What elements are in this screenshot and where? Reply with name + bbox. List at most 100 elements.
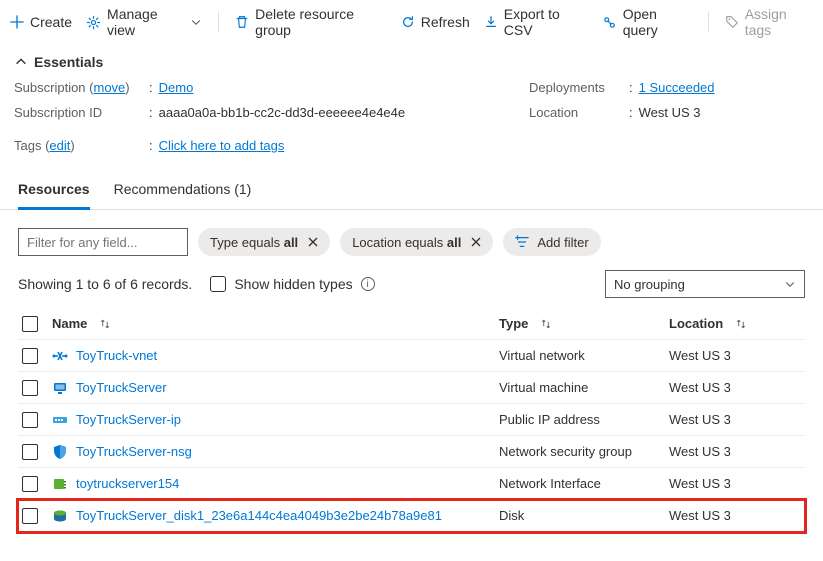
resource-location: West US 3 bbox=[669, 476, 731, 491]
add-filter-button[interactable]: Add filter bbox=[503, 228, 600, 256]
refresh-button[interactable]: Refresh bbox=[401, 14, 470, 30]
plus-icon bbox=[10, 15, 24, 29]
info-icon[interactable]: i bbox=[361, 277, 375, 291]
tabs: Resources Recommendations (1) bbox=[0, 167, 823, 210]
row-checkbox[interactable] bbox=[22, 412, 38, 428]
chevron-up-icon bbox=[14, 55, 28, 69]
disk-icon bbox=[52, 508, 68, 524]
resource-type: Disk bbox=[499, 508, 524, 523]
delete-label: Delete resource group bbox=[255, 6, 387, 38]
tags-add-link[interactable]: Click here to add tags bbox=[159, 138, 285, 153]
resource-type: Virtual machine bbox=[499, 380, 588, 395]
assign-tags-button: Assign tags bbox=[725, 6, 813, 38]
subscription-id-label: Subscription ID bbox=[14, 105, 149, 120]
vnet-icon bbox=[52, 348, 68, 364]
gear-icon bbox=[86, 15, 101, 30]
table-row: ToyTruckServer Virtual machine West US 3 bbox=[18, 372, 805, 404]
filter-pill-type[interactable]: Type equals all bbox=[198, 228, 330, 256]
grouping-select[interactable]: No grouping bbox=[605, 270, 805, 298]
row-checkbox[interactable] bbox=[22, 348, 38, 364]
deployments-value[interactable]: 1 Succeeded bbox=[639, 80, 715, 95]
resource-type: Virtual network bbox=[499, 348, 585, 363]
table-row: ToyTruckServer_disk1_23e6a144c4ea4049b3e… bbox=[18, 500, 805, 532]
resource-name-link[interactable]: ToyTruckServer-nsg bbox=[76, 444, 192, 459]
ip-icon bbox=[52, 412, 68, 428]
row-checkbox[interactable] bbox=[22, 508, 38, 524]
subscription-value[interactable]: Demo bbox=[159, 80, 194, 95]
resource-name-link[interactable]: ToyTruckServer-ip bbox=[76, 412, 181, 427]
filter-pill-location[interactable]: Location equals all bbox=[340, 228, 493, 256]
manage-view-button[interactable]: Manage view bbox=[86, 6, 202, 38]
tab-recommendations[interactable]: Recommendations (1) bbox=[114, 181, 252, 209]
table-header: Name Type Location bbox=[18, 308, 805, 340]
filter-icon bbox=[515, 235, 529, 249]
row-checkbox[interactable] bbox=[22, 444, 38, 460]
sort-icon bbox=[735, 318, 747, 330]
resource-name-link[interactable]: ToyTruckServer bbox=[76, 380, 167, 395]
close-icon[interactable] bbox=[471, 237, 481, 247]
resource-type: Public IP address bbox=[499, 412, 600, 427]
chevron-down-icon bbox=[190, 16, 202, 28]
close-icon[interactable] bbox=[308, 237, 318, 247]
export-label: Export to CSV bbox=[504, 6, 588, 38]
show-hidden-label: Show hidden types bbox=[234, 276, 352, 292]
row-checkbox[interactable] bbox=[22, 380, 38, 396]
resources-table: Name Type Location ToyTruck-vnet Virtual … bbox=[0, 308, 823, 532]
separator bbox=[218, 12, 219, 32]
filter-input[interactable] bbox=[18, 228, 188, 256]
refresh-icon bbox=[401, 15, 415, 29]
row-checkbox[interactable] bbox=[22, 476, 38, 492]
resource-location: West US 3 bbox=[669, 412, 731, 427]
create-label: Create bbox=[30, 14, 72, 30]
query-icon bbox=[602, 15, 617, 30]
create-button[interactable]: Create bbox=[10, 14, 72, 30]
delete-button[interactable]: Delete resource group bbox=[235, 6, 387, 38]
essentials-panel: Subscription (move) : Demo Subscription … bbox=[0, 76, 823, 167]
subscription-move-link[interactable]: move bbox=[94, 80, 126, 95]
essentials-title: Essentials bbox=[34, 54, 103, 70]
export-button[interactable]: Export to CSV bbox=[484, 6, 588, 38]
toolbar: Create Manage view Delete resource group… bbox=[0, 0, 823, 44]
show-hidden-checkbox[interactable] bbox=[210, 276, 226, 292]
resource-location: West US 3 bbox=[669, 508, 731, 523]
subscription-label: Subscription (move) bbox=[14, 80, 149, 95]
column-location[interactable]: Location bbox=[665, 310, 805, 337]
open-query-button[interactable]: Open query bbox=[602, 6, 692, 38]
manage-view-label: Manage view bbox=[107, 6, 184, 38]
chevron-down-icon bbox=[784, 278, 796, 290]
table-row: ToyTruck-vnet Virtual network West US 3 bbox=[18, 340, 805, 372]
status-row: Showing 1 to 6 of 6 records. Show hidden… bbox=[0, 266, 823, 308]
resource-type: Network Interface bbox=[499, 476, 601, 491]
resource-location: West US 3 bbox=[669, 444, 731, 459]
location-value: West US 3 bbox=[639, 105, 701, 120]
tag-icon bbox=[725, 15, 739, 29]
subscription-id-value: aaaa0a0a-bb1b-cc2c-dd3d-eeeeee4e4e4e bbox=[159, 105, 406, 120]
tab-resources[interactable]: Resources bbox=[18, 181, 90, 210]
deployments-label: Deployments bbox=[529, 80, 629, 95]
column-name[interactable]: Name bbox=[48, 310, 495, 337]
resource-name-link[interactable]: ToyTruck-vnet bbox=[76, 348, 157, 363]
table-row: ToyTruckServer-ip Public IP address West U… bbox=[18, 404, 805, 436]
sort-icon bbox=[99, 318, 111, 330]
table-row: toytruckserver154 Network Interface West U… bbox=[18, 468, 805, 500]
nsg-icon bbox=[52, 444, 68, 460]
tags-edit-link[interactable]: edit bbox=[49, 138, 70, 153]
resource-name-link[interactable]: toytruckserver154 bbox=[76, 476, 179, 491]
table-row: ToyTruckServer-nsg Network security group… bbox=[18, 436, 805, 468]
resource-location: West US 3 bbox=[669, 348, 731, 363]
sort-icon bbox=[540, 318, 552, 330]
select-all-checkbox[interactable] bbox=[22, 316, 38, 332]
column-type[interactable]: Type bbox=[495, 310, 665, 337]
download-icon bbox=[484, 15, 498, 29]
essentials-toggle[interactable]: Essentials bbox=[0, 44, 823, 76]
grouping-value: No grouping bbox=[614, 277, 685, 292]
resource-type: Network security group bbox=[499, 444, 632, 459]
vm-icon bbox=[52, 380, 68, 396]
location-label: Location bbox=[529, 105, 629, 120]
records-count: Showing 1 to 6 of 6 records. bbox=[18, 276, 192, 292]
assign-tags-label: Assign tags bbox=[745, 6, 813, 38]
resource-location: West US 3 bbox=[669, 380, 731, 395]
trash-icon bbox=[235, 15, 249, 29]
nic-icon bbox=[52, 476, 68, 492]
resource-name-link[interactable]: ToyTruckServer_disk1_23e6a144c4ea4049b3e… bbox=[76, 508, 442, 523]
